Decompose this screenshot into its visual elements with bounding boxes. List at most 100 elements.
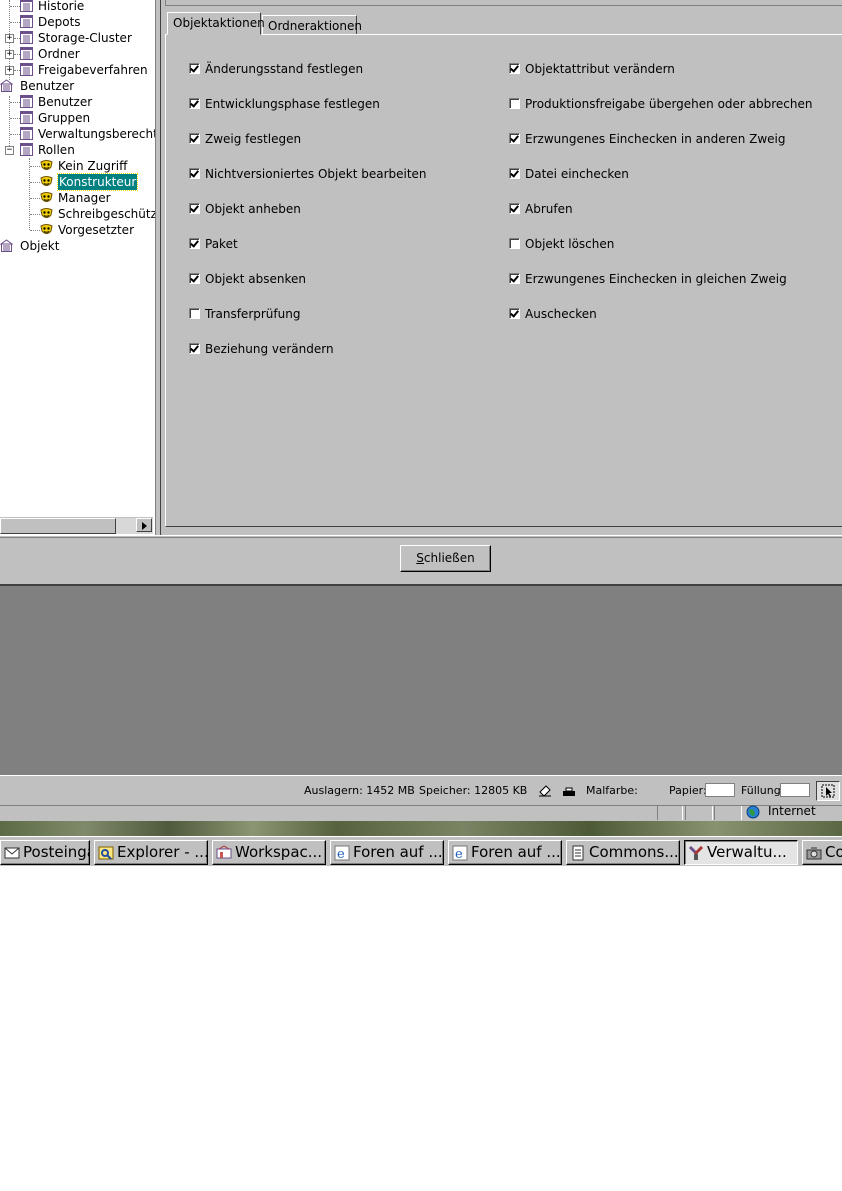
tab-label: Ordneraktionen	[268, 19, 362, 33]
checkbox-checked[interactable]	[509, 273, 520, 284]
taskbar-button-label: Foren auf ...	[353, 843, 443, 861]
tree-connector	[10, 118, 20, 119]
tree-connector	[10, 134, 20, 135]
list-icon	[20, 31, 33, 44]
taskbar-button-label: Workspac...	[235, 843, 323, 861]
checkbox-label: Beziehung verändern	[205, 342, 334, 356]
scrollbar-thumb[interactable]	[0, 518, 116, 534]
checkbox-unchecked[interactable]	[189, 308, 200, 319]
tree-item-label: Kein Zugriff	[58, 159, 128, 173]
tree-connector	[30, 214, 40, 215]
checkbox-checked[interactable]	[509, 203, 520, 214]
checkbox-checked[interactable]	[509, 63, 520, 74]
list-icon	[20, 15, 33, 28]
cabinet-icon	[0, 79, 13, 92]
tree-item-label: Benutzer	[20, 79, 75, 93]
desktop-wallpaper-strip	[0, 821, 842, 836]
fill-label: Füllung:	[741, 784, 785, 797]
checkbox-checked[interactable]	[189, 133, 200, 144]
ie-icon: e	[452, 845, 468, 861]
empty-workspace	[0, 584, 842, 775]
list-icon	[20, 63, 33, 76]
document-icon	[572, 845, 584, 861]
tree-connector	[9, 96, 10, 150]
checkbox-checked[interactable]	[509, 133, 520, 144]
expand-toggle-ordner[interactable]: +	[5, 50, 14, 59]
checkbox-label: Objekt anheben	[205, 202, 301, 216]
pane-splitter[interactable]	[155, 0, 161, 535]
tree-item-label: Objekt	[20, 239, 60, 253]
tree-item-label-selected: Konstrukteur	[56, 173, 139, 191]
checkbox-label: Paket	[205, 237, 238, 251]
taskbar-button[interactable]: Co	[802, 840, 842, 865]
taskbar-button-label: Foren auf ...	[471, 843, 561, 861]
checkbox-label: Abrufen	[525, 202, 573, 216]
checkbox-checked[interactable]	[509, 308, 520, 319]
taskbar-button[interactable]: Verwaltu...	[684, 840, 798, 865]
list-icon	[20, 127, 33, 140]
svg-text:e: e	[337, 847, 345, 861]
taskbar-button[interactable]: Workspac...	[212, 840, 326, 865]
checkbox-label: Auschecken	[525, 307, 597, 321]
role-mask-icon	[40, 160, 53, 170]
navigation-tree[interactable]: + + + − Historie Depots Storage-Cluster …	[0, 0, 161, 535]
taskbar-button[interactable]: e Foren auf ...	[448, 840, 562, 865]
checkbox-label: Erzwungenes Einchecken in anderen Zweig	[525, 132, 786, 146]
checkbox-checked[interactable]	[189, 238, 200, 249]
scroll-right-arrow-icon[interactable]	[136, 518, 152, 532]
checkbox-checked[interactable]	[189, 63, 200, 74]
tree-item-label: Gruppen	[38, 111, 91, 125]
tree-connector	[30, 198, 40, 199]
paint-color-label: Malfarbe:	[586, 784, 638, 797]
taskbar: Posteinga... Explorer - ... Workspac... e Fo…	[0, 836, 842, 866]
select-tool-button[interactable]	[816, 781, 840, 801]
status-cell	[657, 806, 683, 820]
checkbox-checked[interactable]	[189, 273, 200, 284]
tree-horizontal-scrollbar[interactable]	[0, 517, 153, 534]
close-button-label: chließen	[423, 551, 475, 565]
tree-item-label: Depots	[38, 15, 81, 29]
role-mask-icon	[40, 176, 53, 186]
checkbox-unchecked[interactable]	[509, 238, 520, 249]
fill-color-swatch[interactable]	[780, 783, 810, 797]
expand-toggle-storage-cluster[interactable]: +	[5, 34, 14, 43]
checkbox-checked[interactable]	[189, 343, 200, 354]
checkbox-label: Änderungsstand festlegen	[205, 62, 364, 76]
tree-item-label: Storage-Cluster	[38, 31, 132, 45]
tree-connector	[29, 158, 30, 230]
cabinet-icon	[0, 239, 13, 252]
brush-icon	[563, 787, 575, 796]
workspace-icon	[216, 845, 232, 859]
status-bar: Auslagern: 1452 MB Speicher: 12805 KB Ma…	[0, 775, 842, 805]
role-mask-icon	[40, 224, 53, 234]
checkbox-label: Produktionsfreigabe übergehen oder abbre…	[525, 97, 813, 111]
taskbar-button[interactable]: Posteinga...	[0, 840, 90, 865]
checkbox-label: Erzwungenes Einchecken in gleichen Zweig	[525, 272, 787, 286]
taskbar-button-label: Verwaltu...	[707, 843, 787, 861]
tab-ordneraktionen[interactable]: Ordneraktionen	[262, 15, 362, 35]
checkbox-label: Objekt absenken	[205, 272, 306, 286]
checkbox-label: Objekt löschen	[525, 237, 615, 251]
taskbar-button[interactable]: Commons...	[566, 840, 680, 865]
tab-objektaktionen[interactable]: Objektaktionen	[167, 12, 265, 35]
tab-label: Objektaktionen	[173, 16, 265, 30]
checkbox-label: Datei einchecken	[525, 167, 629, 181]
taskbar-button[interactable]: e Foren auf ...	[330, 840, 444, 865]
tree-item-label: Ordner	[38, 47, 80, 61]
mail-icon	[4, 847, 20, 859]
collapse-toggle-rollen[interactable]: −	[5, 146, 14, 155]
paper-color-swatch[interactable]	[705, 783, 735, 797]
taskbar-button[interactable]: Explorer - ...	[94, 840, 208, 865]
list-icon	[20, 143, 33, 156]
checkbox-checked[interactable]	[189, 98, 200, 109]
close-button[interactable]: Schließen	[400, 545, 491, 572]
checkbox-checked[interactable]	[189, 168, 200, 179]
expand-toggle-freigabeverfahren[interactable]: +	[5, 66, 14, 75]
checkbox-checked[interactable]	[509, 168, 520, 179]
checkbox-unchecked[interactable]	[509, 98, 520, 109]
admin-tool-icon	[688, 845, 704, 860]
checkbox-checked[interactable]	[189, 203, 200, 214]
checkbox-label: Entwicklungsphase festlegen	[205, 97, 380, 111]
tree-connector	[10, 102, 20, 103]
taskbar-button-label: Posteinga...	[23, 843, 89, 861]
